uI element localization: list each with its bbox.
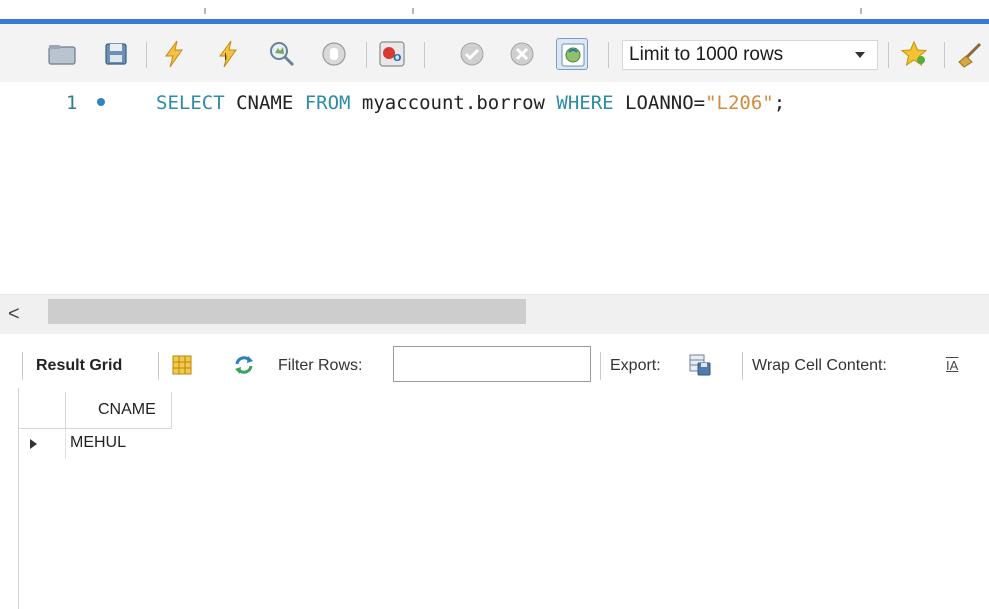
refresh-arrows-icon[interactable] (232, 353, 256, 377)
scroll-left-arrow-icon[interactable]: < (8, 303, 20, 326)
save-icon[interactable] (100, 38, 132, 70)
execute-lightning-icon[interactable] (158, 38, 190, 70)
horizontal-scrollbar[interactable]: < (0, 294, 989, 334)
tab-divider (860, 8, 862, 14)
execute-current-lightning-icon[interactable]: I (212, 38, 244, 70)
current-row-arrow-icon (30, 439, 37, 449)
wrap-cell-content-label: Wrap Cell Content: (752, 357, 887, 374)
svg-text:O: O (393, 53, 402, 64)
chevron-down-icon[interactable] (855, 52, 865, 58)
sql-statement[interactable]: SELECT CNAME FROM myaccount.borrow WHERE… (156, 92, 785, 114)
toolbar-separator (944, 42, 945, 68)
toolbar-separator (608, 42, 609, 68)
explain-magnifier-icon[interactable] (266, 38, 298, 70)
open-folder-icon[interactable] (46, 38, 78, 70)
column-name: CNAME (224, 92, 305, 114)
beautify-broom-icon[interactable] (954, 38, 986, 70)
commit-icon[interactable] (456, 38, 488, 70)
scrollbar-thumb[interactable] (48, 299, 526, 324)
toolbar-separator (600, 352, 601, 380)
string-literal: "L206" (705, 92, 774, 114)
grid-columns-icon[interactable] (170, 353, 194, 377)
keyword-from: FROM (304, 92, 351, 114)
column-header-cname[interactable]: CNAME (66, 392, 172, 429)
export-label: Export: (610, 357, 661, 374)
statement-marker-icon (97, 98, 105, 106)
toolbar-separator (158, 352, 159, 380)
sql-editor-toolbar: I O Limit to 1000 rows (0, 24, 989, 82)
statement-terminator: ; (773, 92, 786, 114)
tab-strip (0, 0, 989, 24)
rollback-icon[interactable] (506, 38, 538, 70)
wrap-cell-content-icon[interactable]: IA (946, 358, 958, 373)
keyword-select: SELECT (156, 92, 225, 114)
export-icon[interactable] (688, 353, 712, 377)
filter-rows-label: Filter Rows: (278, 357, 363, 374)
toolbar-separator (366, 42, 367, 68)
toggle-error-icon[interactable]: O (376, 38, 408, 70)
line-number: 1 (66, 92, 78, 114)
tab-divider (412, 8, 414, 14)
toolbar-separator (888, 42, 889, 68)
autocommit-toggle-icon[interactable] (556, 38, 588, 70)
bookmark-star-icon[interactable] (898, 38, 930, 70)
result-grid-tab[interactable]: Result Grid (36, 357, 122, 375)
condition: LOANNO= (613, 92, 706, 114)
filter-rows-input[interactable] (393, 346, 591, 382)
table-cell[interactable]: MEHUL (66, 429, 172, 459)
toolbar-separator (146, 42, 147, 68)
tab-divider (204, 8, 206, 14)
limit-rows-label: Limit to 1000 rows (629, 44, 784, 65)
row-selector[interactable] (18, 429, 66, 459)
grid-corner[interactable] (18, 392, 66, 429)
toolbar-separator (22, 352, 23, 380)
toolbar-separator (424, 42, 425, 68)
stop-icon[interactable] (318, 38, 350, 70)
keyword-where: WHERE (556, 92, 614, 114)
toolbar-separator (742, 352, 743, 380)
result-grid: CNAME MEHUL (18, 392, 178, 462)
limit-rows-select[interactable]: Limit to 1000 rows (622, 40, 878, 70)
sql-editor[interactable]: 1 SELECT CNAME FROM myaccount.borrow WHE… (0, 82, 989, 294)
svg-text:I: I (224, 52, 227, 63)
result-toolbar: Result Grid Filter Rows: Export: Wrap Ce… (0, 344, 989, 388)
table-name: myaccount.borrow (350, 92, 557, 114)
